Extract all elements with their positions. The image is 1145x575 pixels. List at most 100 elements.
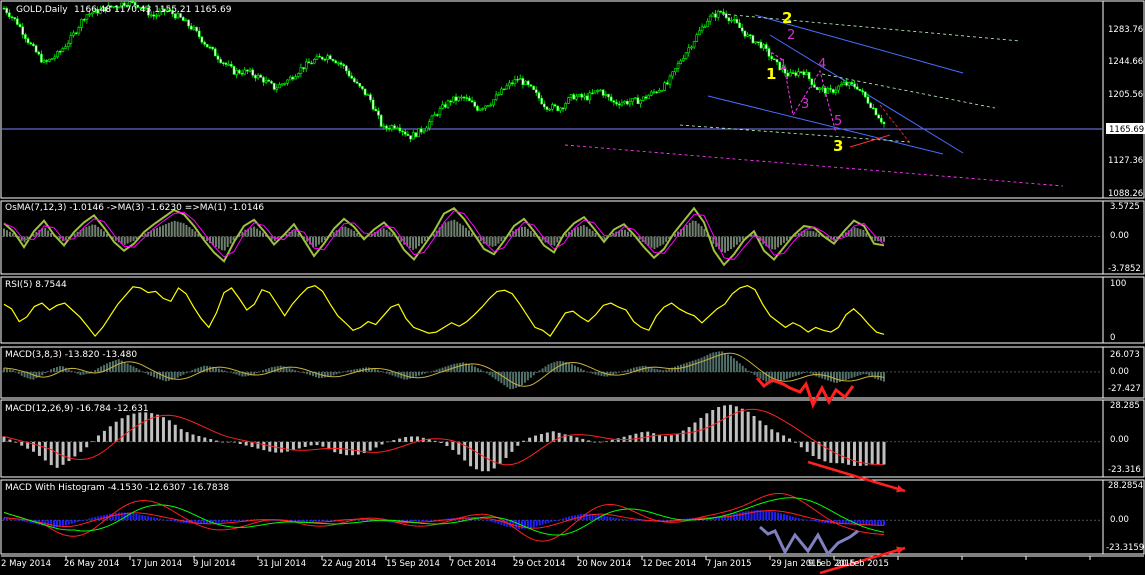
- macd3-bar: [11, 519, 14, 521]
- macd2-bar: [658, 434, 662, 442]
- macd1-bar: [420, 371, 423, 375]
- candle-body: [706, 20, 709, 28]
- candle-body: [436, 114, 439, 116]
- candle-body: [307, 61, 311, 64]
- candle-body: [69, 35, 73, 44]
- macd1-bar: [626, 369, 629, 372]
- divergence-zigzag-blue: [759, 525, 859, 557]
- macd1-bar: [223, 370, 226, 372]
- candle-body: [29, 42, 33, 45]
- macd1-bar: [850, 371, 853, 379]
- macd1-bar: [685, 362, 688, 372]
- macd1-bar: [341, 371, 344, 373]
- macd2-bar: [398, 438, 402, 442]
- candle-body: [526, 80, 530, 86]
- candle-body: [674, 68, 677, 73]
- candle-body: [615, 101, 618, 105]
- macd1-bar: [282, 366, 285, 372]
- candle-body: [561, 107, 565, 110]
- rsi-title: RSI(5) 8.7544: [5, 280, 67, 290]
- candle-body: [773, 58, 776, 61]
- candle-body: [262, 77, 265, 83]
- candle-body: [275, 87, 279, 90]
- time-scale[interactable]: 2 May 2014 26 May 2014 17 Jun 2014 9 Jul…: [1, 559, 889, 569]
- macd2-bar: [681, 430, 685, 442]
- macd1-bar: [644, 365, 647, 372]
- candle-body: [337, 62, 340, 65]
- trendline-drawings[interactable]: [564, 13, 1064, 187]
- macd1-bar: [244, 371, 247, 377]
- candle-body: [205, 44, 209, 48]
- candle-body: [510, 82, 514, 85]
- candle-body: [599, 89, 602, 92]
- macd2-bar: [20, 441, 24, 446]
- macd3-bar: [426, 520, 429, 521]
- macd2-bar: [593, 441, 597, 443]
- macd1-bar: [883, 371, 885, 382]
- candle-body: [529, 84, 533, 87]
- macd2-bar: [740, 408, 744, 442]
- rsi-series: [3, 284, 885, 338]
- macd2-bar: [203, 437, 207, 442]
- macd1-bar: [624, 370, 627, 372]
- candle-body: [240, 72, 244, 75]
- candle-body: [583, 95, 586, 98]
- macd1-bar: [194, 368, 197, 372]
- macd3-bar: [114, 512, 117, 521]
- macd1-bar: [138, 369, 141, 372]
- candle-body: [283, 82, 287, 85]
- macd1-bar: [468, 364, 471, 372]
- macd1-bar: [238, 371, 241, 376]
- macd3-bar: [797, 518, 800, 521]
- macd2-bar: [244, 441, 248, 446]
- macd1-bar: [17, 371, 20, 374]
- candle-body: [230, 64, 233, 67]
- macd-histogram-title: MACD With Histogram -4.1530 -12.6307 -16…: [5, 483, 229, 493]
- macd1-bar: [350, 369, 353, 372]
- macd3-bar: [815, 520, 818, 522]
- macd1-bar: [391, 371, 394, 376]
- x-tick: 15 Sep 2014: [386, 559, 440, 569]
- candle-body: [203, 41, 206, 45]
- candle-body: [454, 96, 458, 101]
- candle-body: [21, 26, 25, 35]
- macd2-bar: [652, 433, 656, 442]
- macd1-bar: [106, 363, 109, 372]
- macd3-bar: [79, 520, 82, 522]
- macd3-bar: [771, 511, 774, 521]
- macd3-bar: [323, 520, 326, 521]
- elliott-wave-labels[interactable]: 1 2 3 1 2 3 4 5: [766, 9, 843, 155]
- candle-body: [738, 22, 741, 29]
- macd3-bar: [153, 517, 156, 521]
- macd1-bar: [185, 371, 188, 374]
- candle-body: [679, 60, 683, 64]
- macd1-bar: [491, 371, 494, 378]
- macd2-bar: [221, 441, 225, 443]
- macd3-bar: [247, 519, 250, 521]
- price-scale[interactable]: 1283.76 1244.66 1205.56 1165.69 1127.36 …: [1106, 25, 1145, 553]
- macd3-bar: [482, 519, 485, 521]
- candle-body: [34, 45, 38, 53]
- macd3-bar: [800, 518, 803, 521]
- candle-body: [401, 130, 404, 133]
- candle-body: [189, 25, 193, 30]
- annotation-arrows[interactable]: [755, 377, 906, 575]
- candle-body: [532, 85, 535, 91]
- macd3-bar: [85, 519, 88, 521]
- candle-body: [374, 108, 378, 112]
- macd2-bar: [451, 441, 455, 451]
- candle-body: [45, 60, 49, 62]
- macd1-bar: [294, 370, 297, 372]
- macd3-bar: [765, 510, 768, 521]
- candle-body: [48, 58, 51, 62]
- candle-body: [789, 72, 792, 77]
- macd3-bar: [167, 520, 170, 521]
- candle-body: [797, 71, 800, 76]
- macd1-bar: [753, 371, 756, 375]
- macd1-bar: [809, 371, 812, 374]
- candle-body: [77, 27, 81, 34]
- macd1-bar: [500, 371, 503, 384]
- support-line: [564, 144, 1064, 187]
- macd1-bar: [494, 371, 497, 380]
- candle-body: [553, 104, 557, 107]
